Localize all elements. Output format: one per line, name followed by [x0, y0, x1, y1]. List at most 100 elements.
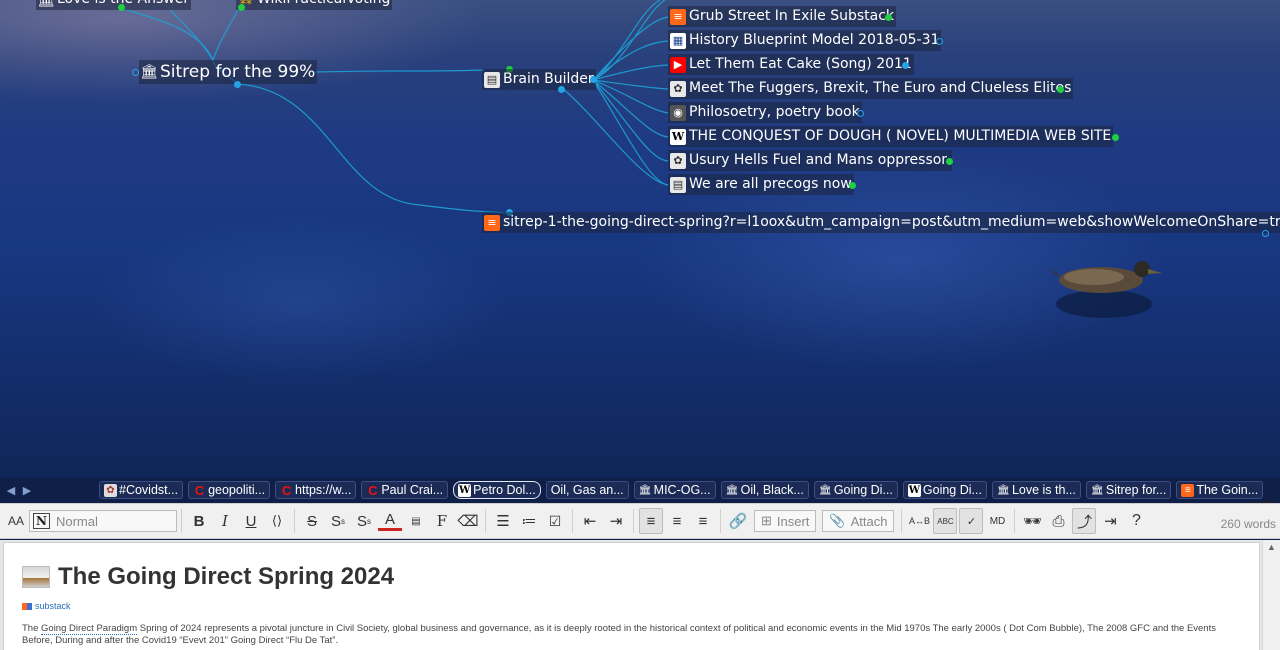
tab-https[interactable]: C https://w...: [275, 481, 357, 499]
connector-dot[interactable]: [118, 4, 125, 11]
strikethrough-icon[interactable]: S: [300, 508, 324, 534]
tabs-bar: ◀ ▶ ✿ #Covidst... C geopoliti... C https…: [0, 479, 1280, 501]
bold-icon[interactable]: B: [187, 508, 211, 534]
connector-ring[interactable]: [857, 110, 864, 117]
connector-dot[interactable]: [590, 76, 597, 83]
present-icon[interactable]: ⤴: [1072, 508, 1097, 534]
toolbar-divider: [294, 509, 295, 533]
word-count: 260 words: [1220, 517, 1276, 531]
document-body[interactable]: The Going Direct Paradigm Spring of 2024…: [22, 623, 1242, 647]
italic-icon[interactable]: I: [213, 508, 237, 534]
connector-dot[interactable]: [1112, 134, 1119, 141]
attach-button[interactable]: 📎 Attach: [822, 510, 895, 532]
tab-label: Petro Dol...: [473, 483, 536, 497]
connector-dot[interactable]: [946, 158, 953, 165]
outdent-icon[interactable]: ⇤: [578, 508, 602, 534]
paragraph-style-select[interactable]: N Normal: [29, 510, 177, 532]
tab-paul-craig[interactable]: C Paul Crai...: [361, 481, 449, 499]
connector-dot[interactable]: [849, 182, 856, 189]
node-sitrep-link[interactable]: ≡ sitrep-1-the-going-direct-spring?r=l1o…: [482, 212, 1280, 233]
youtube-icon: ▶: [670, 56, 686, 73]
node-history-blueprint[interactable]: ▦ History Blueprint Model 2018-05-31: [668, 30, 942, 51]
mindmap-canvas[interactable]: 🏛 Love is the Answer ⁂ WikiPracticalVoti…: [0, 0, 1280, 478]
node-meet-the-fuggers[interactable]: ✿ Meet The Fuggers, Brexit, The Euro and…: [668, 78, 1074, 99]
node-conquest-of-dough[interactable]: W THE CONQUEST OF DOUGH ( NOVEL) MULTIME…: [668, 126, 1114, 147]
code-icon[interactable]: ⟨⟩: [265, 508, 289, 534]
connector-dot[interactable]: [885, 14, 892, 21]
node-brain-builder[interactable]: ▤ Brain Builder: [482, 69, 596, 90]
node-usury[interactable]: ✿ Usury Hells Fuel and Mans oppressor.: [668, 150, 953, 171]
tab-going-direct-1[interactable]: 🏛 Going Di...: [813, 481, 898, 499]
node-label: Grub Street In Exile Substack: [689, 8, 895, 24]
document-scrollbar[interactable]: ▲: [1262, 540, 1280, 650]
font-icon[interactable]: F: [437, 512, 447, 530]
align-right-icon[interactable]: ≡: [691, 508, 715, 534]
tab-label: Oil, Gas an...: [550, 483, 624, 497]
tab-sitrep-for[interactable]: 🏛 Sitrep for...: [1085, 481, 1172, 499]
connector-ring[interactable]: [936, 38, 943, 45]
numbered-list-icon[interactable]: ≔: [517, 508, 541, 534]
source-tag[interactable]: substack: [22, 601, 1241, 611]
align-center-icon[interactable]: ≡: [665, 508, 689, 534]
tab-geopolitics[interactable]: C geopoliti...: [188, 481, 271, 499]
scroll-up-icon[interactable]: ▲: [1263, 542, 1280, 552]
incognito-icon[interactable]: 🕶: [1020, 508, 1044, 534]
node-label: Let Them Eat Cake (Song) 2011: [689, 56, 912, 72]
connector-dot[interactable]: [902, 62, 909, 69]
insert-button[interactable]: ⊞ Insert: [754, 510, 817, 532]
node-sitrep-for-the-99[interactable]: 🏛 Sitrep for the 99%: [139, 60, 318, 84]
connector-dot[interactable]: [238, 4, 245, 11]
link-icon[interactable]: 🔗: [726, 508, 750, 534]
toolbar-divider: [572, 509, 573, 533]
spellcheck-done-icon[interactable]: ✓: [959, 508, 984, 534]
node-precogs[interactable]: ▤ We are all precogs now: [668, 174, 854, 195]
tab-oil-gas[interactable]: Oil, Gas an...: [545, 481, 629, 499]
connector-dot[interactable]: [234, 81, 241, 88]
tab-mic-og[interactable]: 🏛 MIC-OG...: [633, 481, 716, 499]
highlight-icon[interactable]: ▤: [404, 508, 428, 534]
tab-label: Oil, Black...: [740, 483, 804, 497]
node-love-is-the-answer[interactable]: 🏛 Love is the Answer: [36, 0, 192, 10]
insert-label: Insert: [776, 513, 810, 529]
checklist-icon[interactable]: ☑: [543, 508, 567, 534]
tab-covidst[interactable]: ✿ #Covidst...: [99, 481, 184, 499]
align-left-icon[interactable]: ≡: [639, 508, 663, 534]
tab-petro-dollar[interactable]: W Petro Dol...: [453, 481, 541, 499]
node-philosoetry[interactable]: ◉ Philosoetry, poetry book: [668, 102, 862, 123]
underline-icon[interactable]: U: [239, 508, 263, 534]
red-c-icon: C: [194, 482, 205, 498]
body-link[interactable]: Going Direct Paradigm: [41, 623, 138, 635]
markdown-icon[interactable]: MD: [985, 508, 1009, 534]
connector-ring[interactable]: [132, 69, 139, 76]
node-label: Meet The Fuggers, Brexit, The Euro and C…: [689, 80, 1072, 96]
document-page[interactable]: The Going Direct Spring 2024 substack Th…: [3, 542, 1260, 650]
spellcheck-icon[interactable]: ABC: [933, 508, 958, 534]
tab-the-going[interactable]: ≡ The Goin...: [1176, 481, 1264, 499]
subscript-icon[interactable]: Ss: [352, 508, 376, 534]
tabs-next-button[interactable]: ▶: [16, 484, 38, 497]
substack-icon: ≡: [484, 214, 500, 231]
print-icon[interactable]: ⎙: [1046, 508, 1070, 534]
node-label: Philosoetry, poetry book: [689, 104, 860, 120]
node-grub-street[interactable]: ≡ Grub Street In Exile Substack: [668, 6, 897, 27]
node-wiki-practical-voting[interactable]: ⁂ WikiPracticalVoting: [236, 0, 393, 10]
clear-format-icon[interactable]: ⌫: [456, 508, 480, 534]
node-let-them-eat-cake[interactable]: ▶ Let Them Eat Cake (Song) 2011: [668, 54, 914, 75]
connector-ring[interactable]: [1262, 230, 1269, 237]
document-area: The Going Direct Spring 2024 substack Th…: [0, 540, 1280, 650]
text-color-icon[interactable]: A: [378, 511, 402, 531]
help-icon[interactable]: ?: [1124, 508, 1148, 534]
font-size-button[interactable]: AA: [4, 508, 28, 534]
government-icon: 🏛: [37, 0, 55, 8]
split-icon[interactable]: ⇥: [1098, 508, 1122, 534]
connector-dot[interactable]: [558, 86, 565, 93]
indent-icon[interactable]: ⇥: [604, 508, 628, 534]
tab-going-direct-2[interactable]: W Going Di...: [902, 481, 987, 499]
page-title: The Going Direct Spring 2024: [58, 563, 395, 590]
bullet-list-icon[interactable]: ☰: [491, 508, 515, 534]
connector-dot[interactable]: [1057, 86, 1064, 93]
tab-love-is-the[interactable]: 🏛 Love is th...: [991, 481, 1081, 499]
tab-oil-black[interactable]: 🏛 Oil, Black...: [720, 481, 809, 499]
superscript-icon[interactable]: Ss: [326, 508, 350, 534]
find-replace-icon[interactable]: A↔B: [907, 508, 931, 534]
